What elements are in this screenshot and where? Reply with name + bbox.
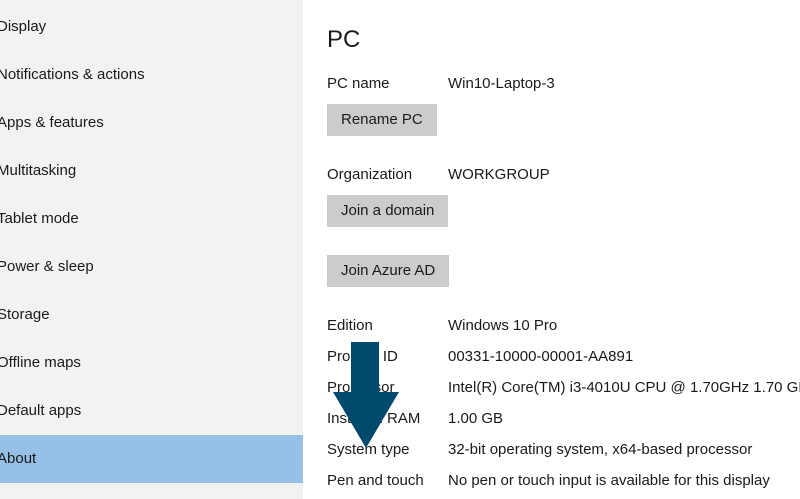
sidebar-item-offline-maps[interactable]: Offline maps <box>0 339 303 387</box>
sidebar-item-notifications-actions[interactable]: Notifications & actions <box>0 51 303 99</box>
sidebar: Display Notifications & actions Apps & f… <box>0 0 303 499</box>
sidebar-item-label: Tablet mode <box>0 210 79 227</box>
organization-label: Organization <box>327 166 413 183</box>
sidebar-item-storage[interactable]: Storage <box>0 291 303 339</box>
pen-touch-label: Pen and touch <box>327 472 424 489</box>
sidebar-item-multitasking[interactable]: Multitasking <box>0 147 303 195</box>
page-title: PC <box>327 26 361 53</box>
sidebar-item-display[interactable]: Display <box>0 3 303 51</box>
sidebar-item-label: Multitasking <box>0 162 77 179</box>
processor-label: Processor <box>327 379 395 396</box>
rename-pc-button[interactable]: Rename PC <box>327 104 437 136</box>
sidebar-item-about[interactable]: About <box>0 435 303 483</box>
sidebar-item-apps-features[interactable]: Apps & features <box>0 99 303 147</box>
edition-label: Edition <box>327 317 373 334</box>
join-domain-button[interactable]: Join a domain <box>327 195 449 227</box>
sidebar-item-default-apps[interactable]: Default apps <box>0 387 303 435</box>
sidebar-item-label: Apps & features <box>0 114 104 131</box>
product-id-value: 00331-10000-00001-AA891 <box>448 348 634 365</box>
edition-value: Windows 10 Pro <box>448 317 558 334</box>
settings-window: Display Notifications & actions Apps & f… <box>0 0 800 499</box>
sidebar-item-label: Power & sleep <box>0 258 94 275</box>
installed-ram-value: 1.00 GB <box>448 410 504 427</box>
about-panel: PC PC name Win10-Laptop-3 Rename PC Orga… <box>303 0 800 499</box>
join-azure-ad-button[interactable]: Join Azure AD <box>327 255 450 287</box>
installed-ram-label: Installed RAM <box>327 410 421 427</box>
organization-value: WORKGROUP <box>448 166 550 183</box>
pc-name-label: PC name <box>327 75 390 92</box>
processor-value: Intel(R) Core(TM) i3-4010U CPU @ 1.70GHz… <box>448 379 800 396</box>
system-type-label: System type <box>327 441 410 458</box>
sidebar-item-label: Display <box>0 18 47 35</box>
product-id-label: Product ID <box>327 348 398 365</box>
sidebar-item-tablet-mode[interactable]: Tablet mode <box>0 195 303 243</box>
sidebar-item-label: Notifications & actions <box>0 66 145 83</box>
pc-name-value: Win10-Laptop-3 <box>448 75 555 92</box>
system-type-value: 32-bit operating system, x64-based proce… <box>448 441 753 458</box>
pen-touch-value: No pen or touch input is available for t… <box>448 472 770 489</box>
sidebar-item-label: Storage <box>0 306 50 323</box>
sidebar-item-label: Offline maps <box>0 354 81 371</box>
sidebar-item-label: Default apps <box>0 402 82 419</box>
sidebar-item-power-sleep[interactable]: Power & sleep <box>0 243 303 291</box>
sidebar-item-label: About <box>0 450 37 467</box>
